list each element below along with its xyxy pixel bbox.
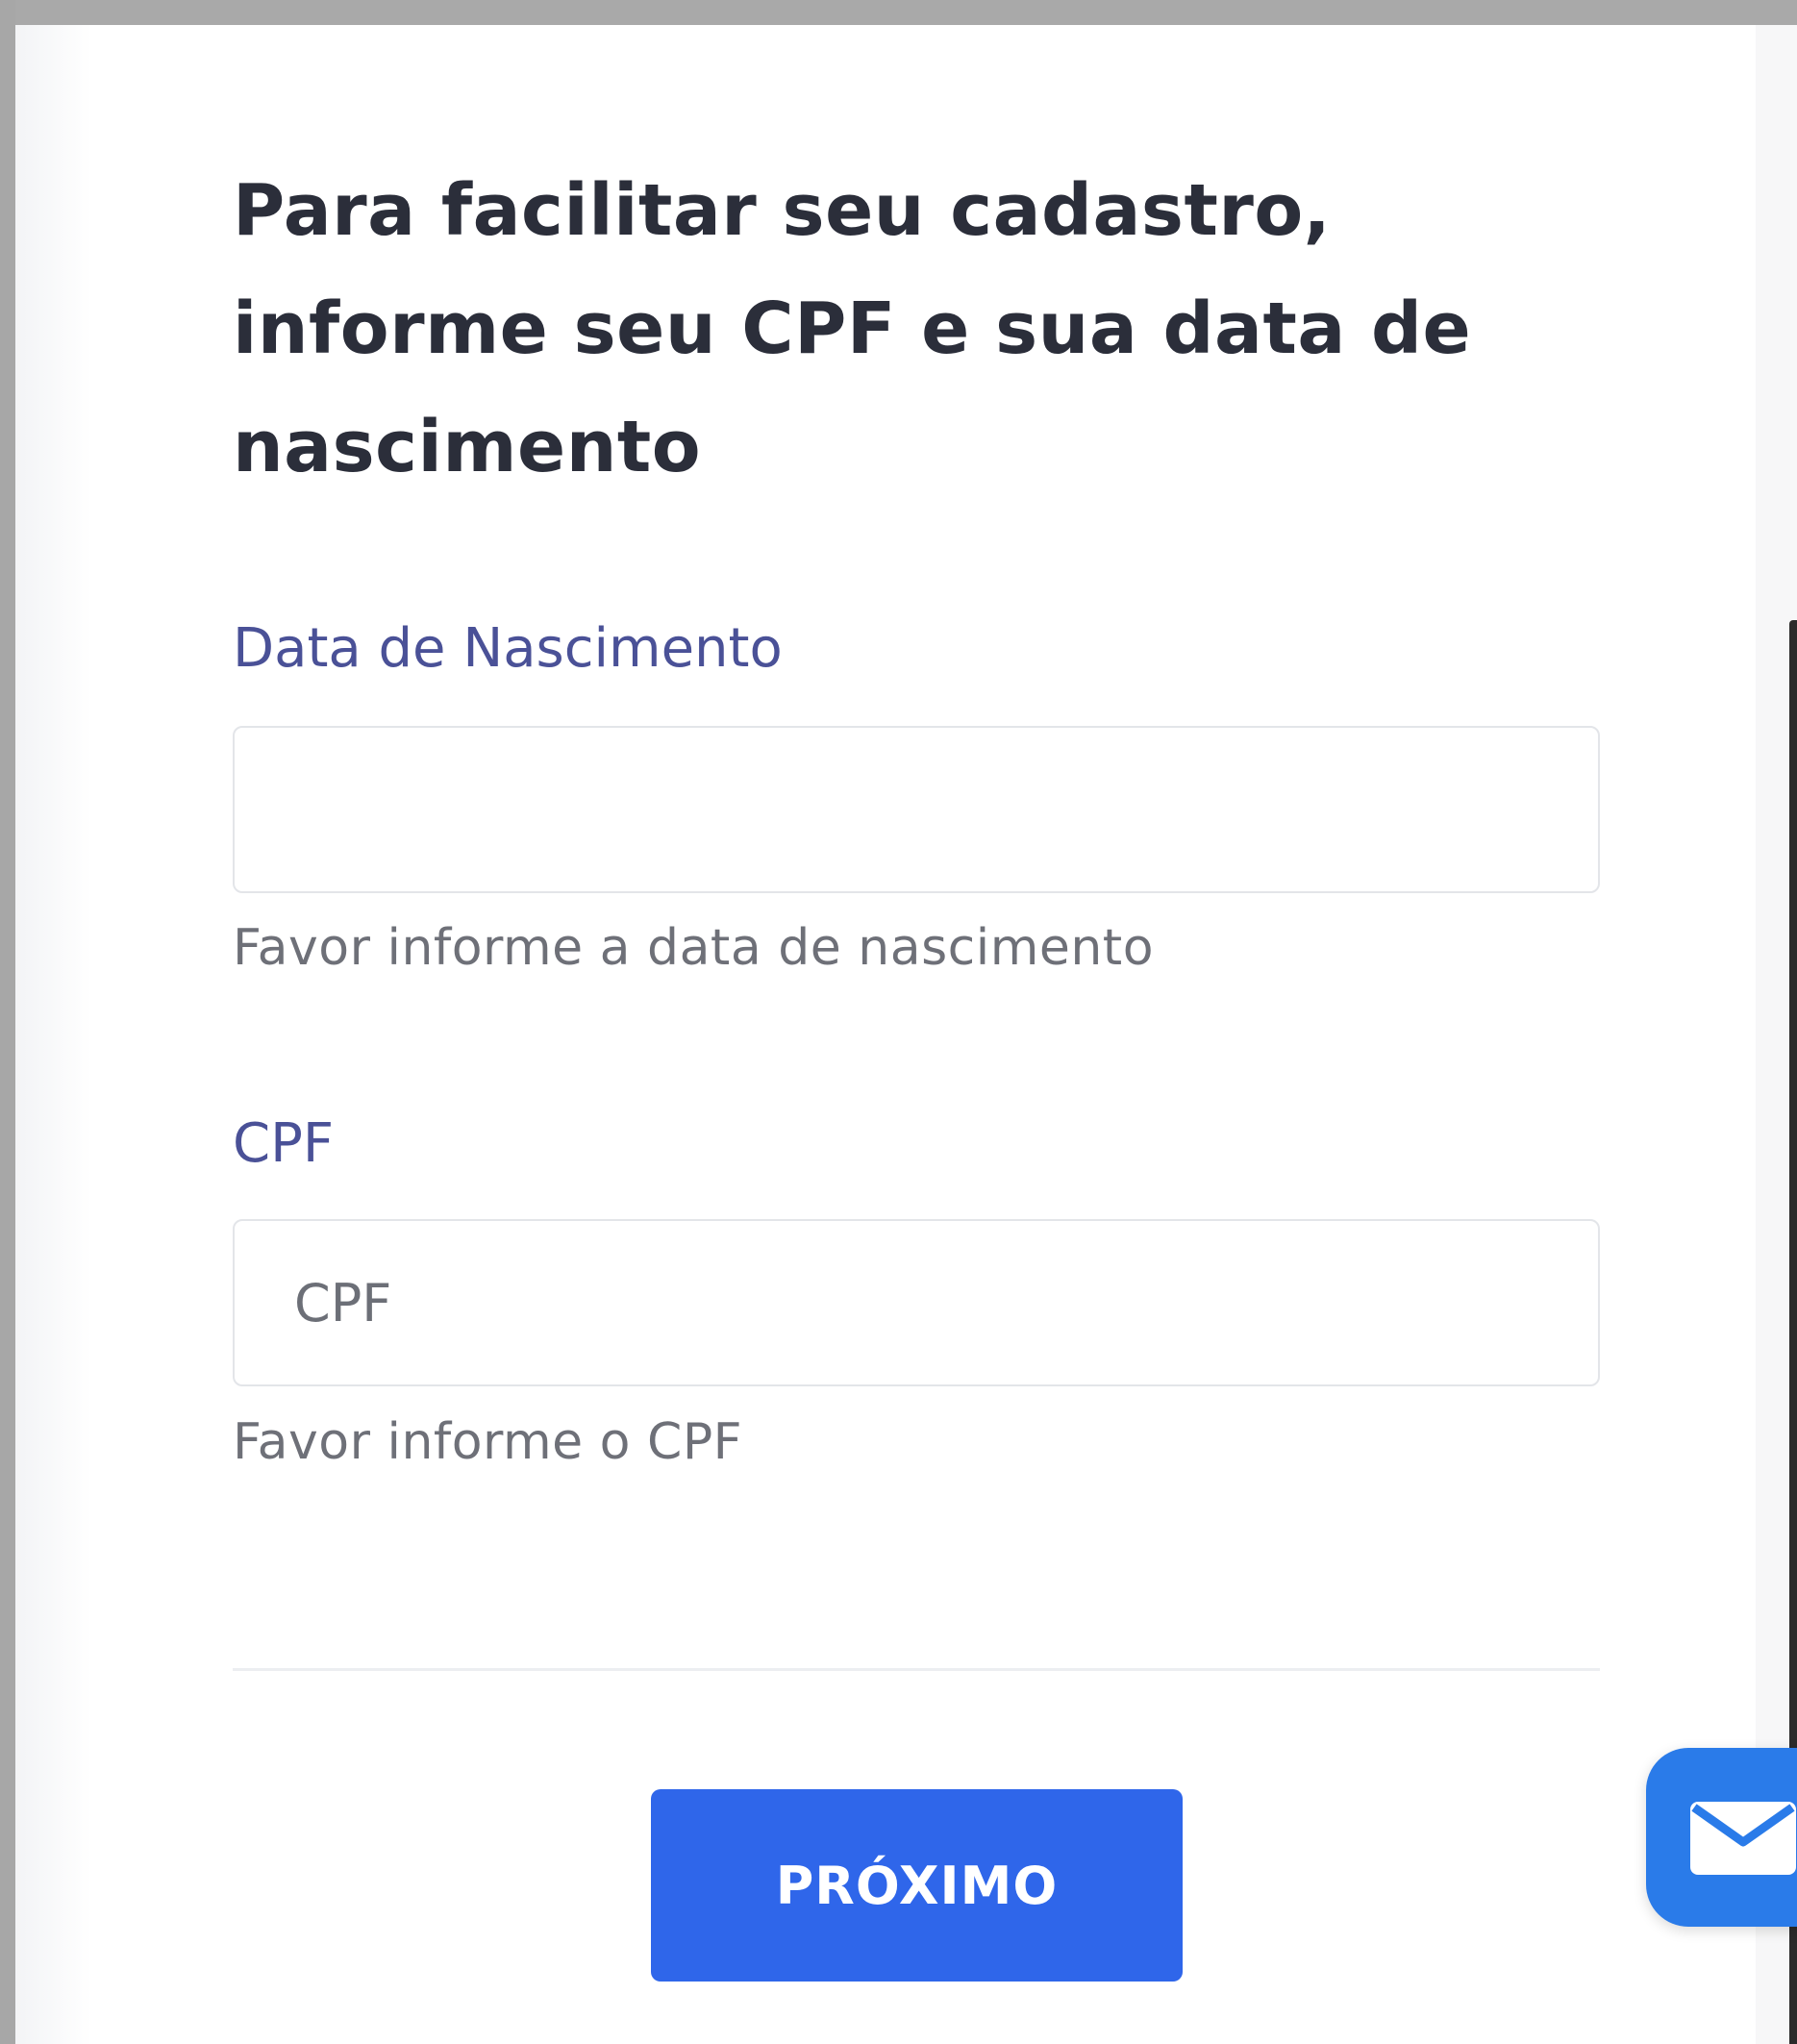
- birth-date-input[interactable]: [233, 726, 1600, 893]
- cpf-help: Favor informe o CPF: [233, 1413, 743, 1471]
- page-title: Para facilitar seu cadastro, informe seu…: [233, 169, 1472, 488]
- cpf-input[interactable]: [233, 1219, 1600, 1386]
- page-background-top: [0, 0, 1797, 25]
- cpf-label: CPF: [233, 1112, 335, 1175]
- birth-date-help: Favor informe a data de nascimento: [233, 919, 1155, 977]
- birth-date-label: Data de Nascimento: [233, 617, 783, 680]
- next-button[interactable]: PRÓXIMO: [651, 1789, 1183, 1982]
- chat-widget-button[interactable]: [1646, 1748, 1797, 1927]
- page-background-left: [0, 0, 15, 2044]
- envelope-icon: [1690, 1802, 1796, 1875]
- card-edge-shade: [15, 25, 92, 2044]
- form-divider: [233, 1668, 1600, 1671]
